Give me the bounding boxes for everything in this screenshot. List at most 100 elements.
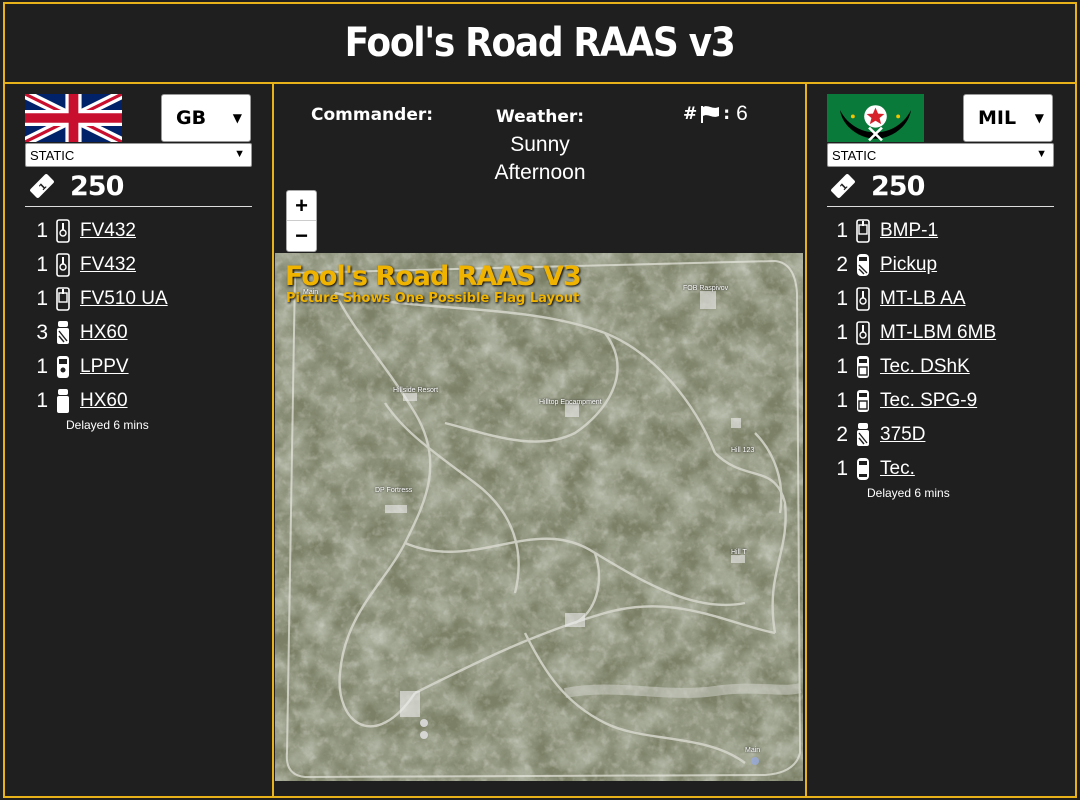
militia-flag-icon [827, 94, 924, 142]
map-view[interactable]: Fool's Road RAAS V3 Picture Shows One Po… [275, 253, 803, 781]
map-label-fob: FOB Raspivov [683, 285, 729, 292]
left-vehicle-list: 1 FV432 1 FV432 1 FV510 UA 3 HX60 1 LPPV 1 HX60 [34, 214, 168, 418]
ticket-icon: 1 [831, 174, 855, 198]
weather-label: Weather: [495, 107, 585, 127]
commander-label: Commander: [311, 105, 434, 125]
flag-icon [701, 106, 720, 123]
chevron-down-icon: ▼ [234, 148, 245, 160]
weather-value: Sunny [510, 133, 570, 156]
vehicle-count: 1 [836, 355, 848, 378]
vehicle-link[interactable]: FV432 [80, 254, 136, 276]
vehicle-row: 1 HX60 [34, 384, 168, 418]
right-vehicle-list: 1 BMP-1 2 Pickup 1 MT-LB AA 1 MT-LBM 6MB 1 Tec. D… [834, 214, 996, 486]
divider-right [805, 84, 807, 798]
chevron-down-icon: ▼ [232, 111, 242, 125]
weather-time: Afternoon [494, 161, 586, 184]
vehicle-count: 1 [36, 219, 48, 242]
flag-count-prefix: # [683, 104, 698, 124]
vehicle-row: 2 Pickup [834, 248, 996, 282]
vehicle-link[interactable]: MT-LB AA [880, 288, 966, 310]
vehicle-row: 1 FV432 [34, 214, 168, 248]
right-tickets: 1 250 [829, 168, 925, 204]
left-tickets: 1 250 [28, 168, 124, 204]
page-title: Fool's Road RAAS v3 [345, 20, 736, 66]
map-overlay-subtitle: Picture Shows One Possible Flag Layout [286, 291, 580, 306]
logistics-truck-icon [857, 423, 869, 446]
weather-info: Weather: Sunny Afternoon [470, 102, 610, 187]
apc-icon [56, 219, 70, 243]
vehicle-row: 1 FV432 [34, 248, 168, 282]
vehicle-row: 1 FV510 UA [34, 282, 168, 316]
right-divider [827, 206, 1054, 207]
vehicle-row: 3 HX60 [34, 316, 168, 350]
map-label-main-nw: Main [303, 289, 319, 296]
zoom-in-button[interactable]: + [287, 191, 316, 221]
left-delay-note: Delayed 6 mins [66, 418, 149, 432]
left-layer-mode-select[interactable]: STATIC ▼ [25, 143, 252, 167]
vehicle-link[interactable]: HX60 [80, 322, 128, 344]
map-label-hillside: Hillside Resort [393, 387, 439, 394]
vehicle-link[interactable]: Tec. SPG-9 [880, 390, 977, 412]
map-terrain-image [275, 253, 803, 781]
vehicle-row: 1 Tec. [834, 452, 996, 486]
vehicle-row: 2 375D [834, 418, 996, 452]
vehicle-count: 2 [836, 253, 848, 276]
vehicle-row: 1 LPPV [34, 350, 168, 384]
right-layer-mode-value: STATIC [832, 147, 877, 163]
left-divider [25, 206, 252, 207]
vehicle-link[interactable]: Tec. DShK [880, 356, 970, 378]
vehicle-row: 1 BMP-1 [834, 214, 996, 248]
vehicle-link[interactable]: Pickup [880, 254, 937, 276]
mrap-icon [57, 356, 69, 378]
vehicle-count: 1 [836, 457, 848, 480]
vehicle-link[interactable]: HX60 [80, 390, 128, 412]
flag-count-value: 6 [736, 102, 748, 125]
apc-icon [56, 253, 70, 277]
vehicle-link[interactable]: FV432 [80, 220, 136, 242]
map-label-hill-123: Hill 123 [731, 447, 755, 454]
right-faction-value: MIL [978, 107, 1017, 129]
vehicle-link[interactable]: FV510 UA [80, 288, 168, 310]
technical-icon [857, 390, 869, 412]
left-faction-value: GB [176, 107, 207, 129]
map-label-hill-t: Hill T [731, 549, 747, 556]
transport-truck-icon [57, 389, 69, 413]
left-faction-select[interactable]: GB ▼ [161, 94, 251, 142]
vehicle-count: 1 [836, 219, 848, 242]
vehicle-count: 1 [36, 253, 48, 276]
divider-left [272, 84, 274, 798]
apc-icon [856, 287, 870, 311]
vehicle-count: 1 [36, 287, 48, 310]
page-header: Fool's Road RAAS v3 [5, 4, 1075, 84]
left-layer-mode-value: STATIC [30, 147, 75, 163]
right-faction-select[interactable]: MIL ▼ [963, 94, 1053, 142]
logistics-car-icon [857, 254, 869, 276]
vehicle-count: 3 [36, 321, 48, 344]
vehicle-count: 1 [836, 389, 848, 412]
map-label-fortress: DP Fortress [375, 487, 413, 494]
right-layer-mode-select[interactable]: STATIC ▼ [827, 143, 1054, 167]
car-icon [857, 458, 869, 480]
vehicle-link[interactable]: 375D [880, 424, 925, 446]
vehicle-link[interactable]: BMP-1 [880, 220, 938, 242]
chevron-down-icon: ▼ [1034, 111, 1044, 125]
vehicle-count: 1 [836, 287, 848, 310]
vehicle-link[interactable]: MT-LBM 6MB [880, 322, 996, 344]
left-ticket-count: 250 [70, 170, 124, 202]
map-zoom-control: + − [286, 190, 317, 252]
vehicle-row: 1 MT-LBM 6MB [834, 316, 996, 350]
chevron-down-icon: ▼ [1036, 148, 1047, 160]
technical-icon [857, 356, 869, 378]
vehicle-count: 2 [836, 423, 848, 446]
vehicle-link[interactable]: LPPV [80, 356, 129, 378]
zoom-out-button[interactable]: − [287, 221, 316, 251]
apc-icon [856, 321, 870, 345]
vehicle-link[interactable]: Tec. [880, 458, 915, 480]
map-overlay-title: Fool's Road RAAS V3 [285, 261, 582, 292]
map-label-hilltop: Hilltop Encampment [539, 399, 602, 406]
ifv-icon [856, 219, 870, 243]
vehicle-row: 1 Tec. DShK [834, 350, 996, 384]
union-jack-flag-icon [25, 94, 122, 142]
commander-info: Commander: [311, 102, 433, 126]
map-label-main-se: Main [745, 747, 761, 754]
